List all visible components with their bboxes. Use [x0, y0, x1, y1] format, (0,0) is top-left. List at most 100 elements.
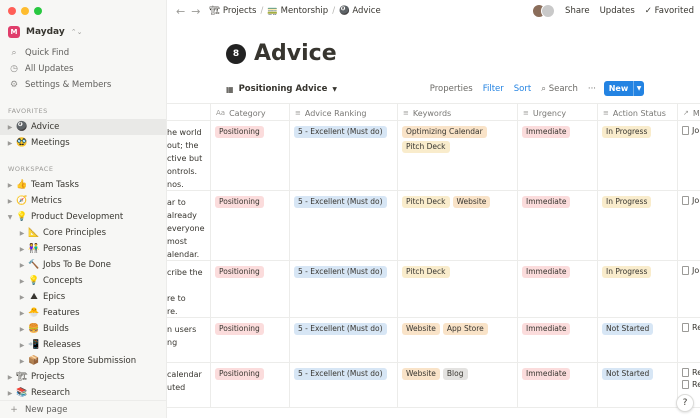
table-row[interactable]: calendar uted Positioning 5 - Excellent (Mu… [167, 363, 700, 408]
category-cell[interactable]: Positioning [210, 191, 289, 260]
advice-text-cell[interactable]: he world out; the ctive but ontrols. nos. [167, 121, 210, 190]
keywords-cell[interactable]: Website Blog [397, 363, 517, 407]
sidebar-item-personas[interactable]: ▶ 👫 Personas [0, 241, 166, 257]
triangle-right-icon[interactable]: ▶ [5, 198, 15, 205]
table-row[interactable]: cribe the re to re. Positioning 5 - Excellen… [167, 261, 700, 318]
sort-button[interactable]: Sort [514, 84, 531, 94]
back-arrow-icon[interactable]: ← [173, 5, 188, 18]
filter-button[interactable]: Filter [483, 84, 504, 94]
table-row[interactable]: he world out; the ctive but ontrols. nos. Pos… [167, 121, 700, 191]
category-cell[interactable]: Positioning [210, 363, 289, 407]
breadcrumb-mentorship[interactable]: 🚃 Mentorship [267, 6, 328, 16]
share-button[interactable]: Share [565, 6, 590, 16]
mentor-cell[interactable]: Jo [677, 261, 700, 317]
chevron-down-icon[interactable]: ▼ [633, 81, 644, 96]
mentor-cell[interactable]: Re [677, 318, 700, 362]
keywords-cell[interactable]: Optimizing Calendar Pitch Deck [397, 121, 517, 190]
breadcrumb-projects[interactable]: 🏗 Projects [209, 6, 256, 16]
advice-text-cell[interactable]: ar to already everyone most alendar. [167, 191, 210, 260]
triangle-right-icon[interactable]: ▶ [17, 294, 27, 301]
sidebar-item-builds[interactable]: ▶ 🍔 Builds [0, 321, 166, 337]
table-row[interactable]: n users ng Positioning 5 - Excellent (Must … [167, 318, 700, 363]
mentor-cell[interactable]: Jo [677, 121, 700, 190]
page-mention[interactable]: Jo [682, 266, 699, 275]
page-mention[interactable]: Jo [682, 126, 699, 135]
column-header-action-status[interactable]: ≡ Action Status [597, 104, 677, 122]
favorited-button[interactable]: ✓ Favorited [645, 6, 694, 16]
urgency-cell[interactable]: Immediate [517, 261, 597, 317]
page-mention[interactable]: Re [682, 380, 700, 389]
help-button[interactable]: ? [676, 394, 694, 412]
column-header-m[interactable]: ↗ M [677, 104, 700, 122]
triangle-right-icon[interactable]: ▶ [5, 390, 15, 397]
sidebar-item-advice[interactable]: ▶ 🎱 Advice [0, 119, 166, 135]
urgency-cell[interactable]: Immediate [517, 191, 597, 260]
advice-text-cell[interactable]: n users ng [167, 318, 210, 362]
category-cell[interactable]: Positioning [210, 318, 289, 362]
sidebar-item-research[interactable]: ▶ 📚 Research [0, 385, 166, 401]
workspace-switcher[interactable]: M Mayday ⌃⌄ [8, 26, 82, 38]
sidebar-item-releases[interactable]: ▶ 📲 Releases [0, 337, 166, 353]
table-row[interactable] [167, 408, 700, 418]
search-button[interactable]: ⌕ Search [541, 84, 578, 94]
page-mention[interactable]: Jo [682, 196, 699, 205]
sidebar-item-epics[interactable]: ▶ ⛰ Epics [0, 289, 166, 305]
ranking-cell[interactable]: 5 - Excellent (Must do) [289, 261, 397, 317]
triangle-right-icon[interactable]: ▶ [5, 182, 15, 189]
triangle-right-icon[interactable]: ▶ [17, 230, 27, 237]
status-cell[interactable]: In Progress [597, 261, 677, 317]
new-record-button[interactable]: New ▼ [604, 81, 644, 96]
nav-settings-members[interactable]: ⚙ Settings & Members [0, 77, 166, 93]
sidebar-item-app-store-submission[interactable]: ▶ 📦 App Store Submission [0, 353, 166, 369]
triangle-down-icon[interactable]: ▼ [5, 214, 15, 221]
triangle-right-icon[interactable]: ▶ [17, 246, 27, 253]
sidebar-item-metrics[interactable]: ▶ 🧭 Metrics [0, 193, 166, 209]
status-cell[interactable]: Not Started [597, 318, 677, 362]
category-cell[interactable]: Positioning [210, 121, 289, 190]
ranking-cell[interactable]: 5 - Excellent (Must do) [289, 121, 397, 190]
triangle-right-icon[interactable]: ▶ [17, 278, 27, 285]
ranking-cell[interactable]: 5 - Excellent (Must do) [289, 191, 397, 260]
triangle-right-icon[interactable]: ▶ [5, 124, 15, 131]
triangle-right-icon[interactable]: ▶ [17, 342, 27, 349]
triangle-right-icon[interactable]: ▶ [17, 310, 27, 317]
column-header-urgency[interactable]: ≡ Urgency [517, 104, 597, 122]
nav-quick-find[interactable]: ⌕ Quick Find [0, 45, 166, 61]
sidebar-item-features[interactable]: ▶ 🐣 Features [0, 305, 166, 321]
collaborator-avatars[interactable] [532, 4, 556, 18]
column-header-keywords[interactable]: ≡ Keywords [397, 104, 517, 122]
sidebar-item-jobs-to-be-done[interactable]: ▶ 🔨 Jobs To Be Done [0, 257, 166, 273]
keywords-cell[interactable]: Pitch Deck [397, 261, 517, 317]
sidebar-item-product-development[interactable]: ▼ 💡 Product Development [0, 209, 166, 225]
page-mention[interactable]: Re [682, 368, 700, 377]
forward-arrow-icon[interactable]: → [188, 5, 203, 18]
triangle-right-icon[interactable]: ▶ [17, 262, 27, 269]
updates-button[interactable]: Updates [600, 6, 635, 16]
keywords-cell[interactable]: Pitch Deck Website [397, 191, 517, 260]
more-options-button[interactable]: ··· [588, 84, 596, 94]
triangle-right-icon[interactable]: ▶ [17, 326, 27, 333]
status-cell[interactable]: In Progress [597, 121, 677, 190]
column-header-advice-ranking[interactable]: ≡ Advice Ranking [289, 104, 397, 122]
urgency-cell[interactable]: Immediate [517, 363, 597, 407]
close-window-button[interactable] [8, 7, 16, 15]
keywords-cell[interactable]: Website App Store [397, 318, 517, 362]
sidebar-item-meetings[interactable]: ▶ 🥸 Meetings [0, 135, 166, 151]
column-header-category[interactable]: Aa Category [210, 104, 289, 122]
urgency-cell[interactable]: Immediate [517, 318, 597, 362]
triangle-right-icon[interactable]: ▶ [5, 374, 15, 381]
sidebar-item-concepts[interactable]: ▶ 💡 Concepts [0, 273, 166, 289]
nav-all-updates[interactable]: ◷ All Updates [0, 61, 166, 77]
category-cell[interactable]: Positioning [210, 261, 289, 317]
sidebar-item-team-tasks[interactable]: ▶ 👍 Team Tasks [0, 177, 166, 193]
new-page-button[interactable]: + New page [0, 400, 166, 418]
status-cell[interactable]: Not Started [597, 363, 677, 407]
breadcrumb-advice[interactable]: 🎱 Advice [339, 6, 381, 16]
view-selector[interactable]: ▦ Positioning Advice ▼ [226, 84, 337, 94]
ranking-cell[interactable]: 5 - Excellent (Must do) [289, 363, 397, 407]
advice-text-cell[interactable]: cribe the re to re. [167, 261, 210, 317]
ranking-cell[interactable]: 5 - Excellent (Must do) [289, 318, 397, 362]
triangle-right-icon[interactable]: ▶ [17, 358, 27, 365]
table-row[interactable]: ar to already everyone most alendar. Position… [167, 191, 700, 261]
page-mention[interactable]: Re [682, 323, 700, 332]
